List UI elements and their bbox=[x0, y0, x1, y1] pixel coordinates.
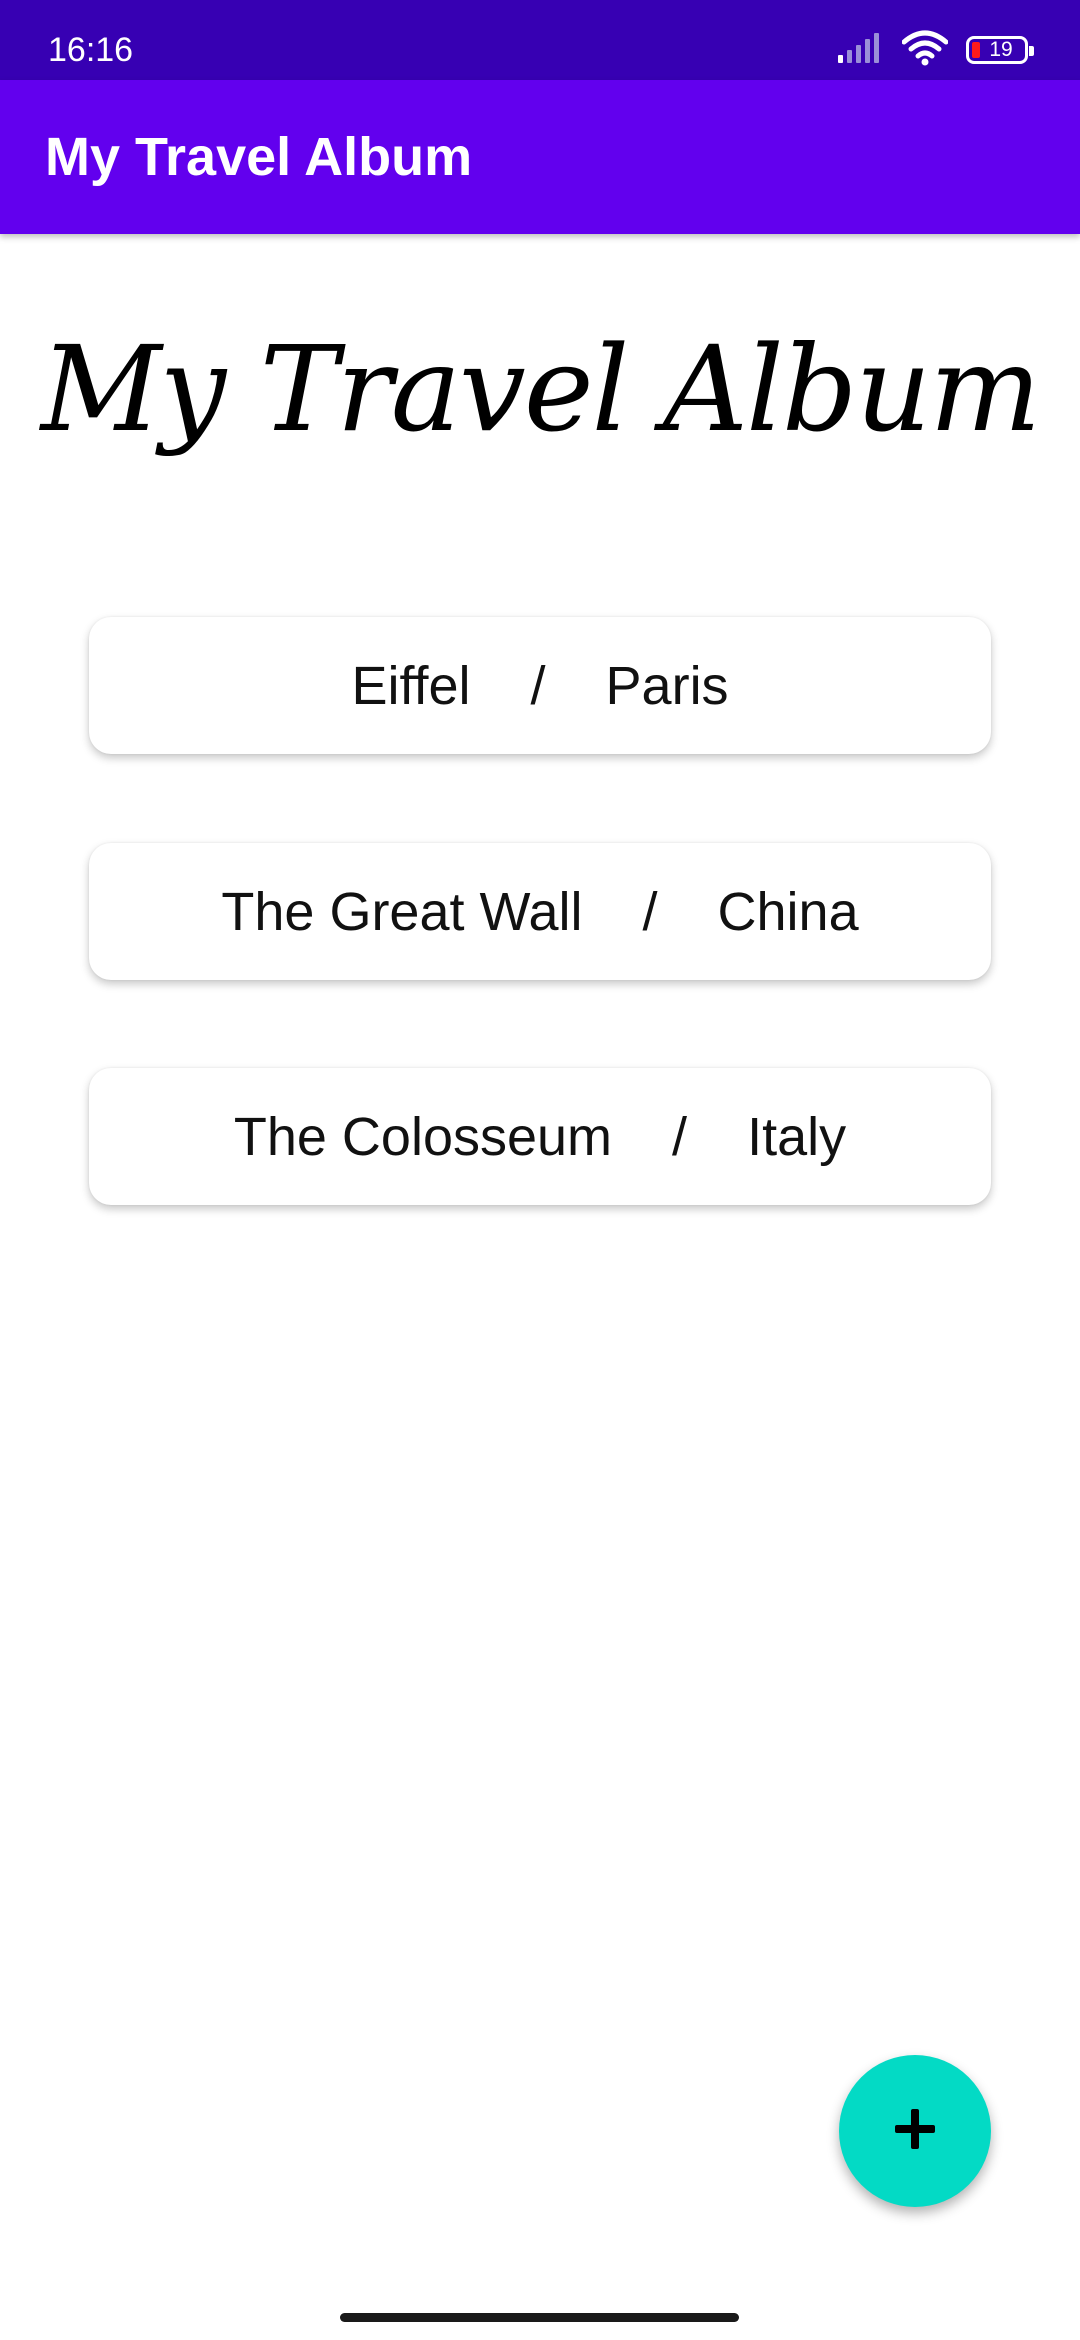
wifi-icon bbox=[901, 30, 949, 71]
place-separator: / bbox=[530, 655, 546, 716]
place-location: China bbox=[717, 881, 859, 942]
place-card-colosseum[interactable]: The Colosseum / Italy bbox=[89, 1068, 991, 1205]
status-icons: 19 bbox=[838, 30, 1034, 71]
home-indicator[interactable] bbox=[340, 2313, 739, 2322]
place-separator: / bbox=[642, 881, 658, 942]
place-card-eiffel[interactable]: Eiffel / Paris bbox=[89, 617, 991, 754]
place-name: The Colosseum bbox=[233, 1106, 613, 1167]
app-bar-title: My Travel Album bbox=[45, 127, 473, 187]
place-location: Paris bbox=[605, 655, 729, 716]
app-bar: My Travel Album bbox=[0, 80, 1080, 234]
battery-level: 19 bbox=[989, 38, 1013, 61]
status-bar: 16:16 19 bbox=[0, 0, 1080, 80]
place-name: The Great Wall bbox=[221, 881, 583, 942]
signal-icon bbox=[838, 32, 884, 68]
place-separator: / bbox=[672, 1106, 688, 1167]
place-location: Italy bbox=[747, 1106, 847, 1167]
add-place-button[interactable] bbox=[839, 2055, 991, 2207]
album-title: My Travel Album bbox=[40, 320, 1042, 458]
place-card-great-wall[interactable]: The Great Wall / China bbox=[89, 843, 991, 980]
battery-icon: 19 bbox=[966, 36, 1034, 64]
place-name: Eiffel bbox=[351, 655, 471, 716]
status-time: 16:16 bbox=[48, 31, 134, 69]
plus-icon bbox=[893, 2107, 937, 2156]
